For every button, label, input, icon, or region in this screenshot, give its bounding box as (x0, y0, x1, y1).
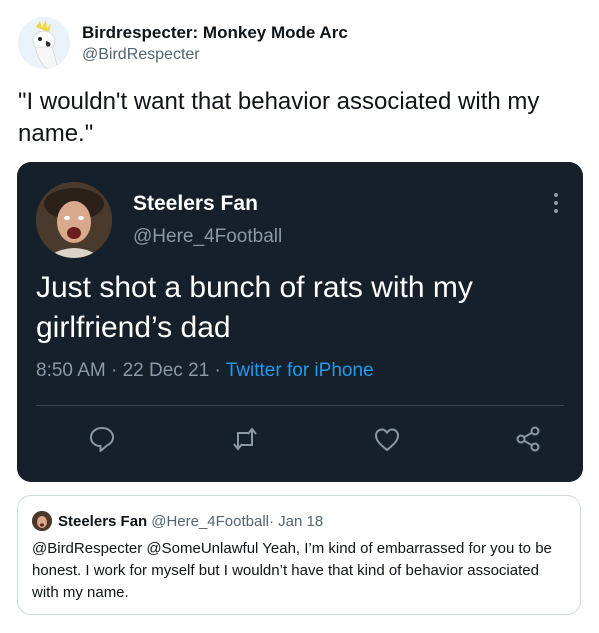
reply-meta[interactable]: @Here_4Football· Jan 18 (151, 513, 323, 530)
quoted-display-name[interactable]: Steelers Fan (133, 192, 258, 216)
tweet-text: "I wouldn't want that behavior associate… (18, 88, 540, 147)
reply-text: @BirdRespecter @SomeUnlawful Yeah, I’m k… (32, 540, 552, 601)
divider (36, 405, 564, 406)
user-handle[interactable]: @BirdRespecter (82, 44, 348, 65)
reply-tweet[interactable]: Steelers Fan @Here_4Football· Jan 18 @Bi… (17, 495, 581, 615)
quoted-tweet-meta: 8:50 AM · 22 Dec 21 · Twitter for iPhone (36, 360, 374, 382)
tweet-timestamp: 8:50 AM · 22 Dec 21 · (36, 360, 226, 381)
tweet-header: Birdrespecter: Monkey Mode Arc @BirdResp… (18, 16, 348, 70)
more-icon[interactable] (553, 192, 559, 214)
retweet-icon[interactable] (230, 424, 260, 454)
reply-icon[interactable] (87, 424, 117, 454)
reply-display-name[interactable]: Steelers Fan (58, 513, 147, 530)
display-name[interactable]: Birdrespecter: Monkey Mode Arc (82, 22, 348, 44)
action-bar (17, 424, 583, 454)
quoted-avatar[interactable] (36, 182, 112, 258)
avatar[interactable] (18, 17, 70, 69)
quoted-tweet-text: Just shot a bunch of rats with my girlfr… (36, 271, 473, 344)
tweet-source[interactable]: Twitter for iPhone (226, 360, 374, 381)
quoted-handle[interactable]: @Here_4Football (133, 226, 282, 248)
like-icon[interactable] (372, 424, 402, 454)
share-icon[interactable] (513, 424, 543, 454)
reply-avatar[interactable] (32, 511, 52, 531)
quoted-tweet-image[interactable]: Steelers Fan @Here_4Football Just shot a… (17, 162, 583, 482)
